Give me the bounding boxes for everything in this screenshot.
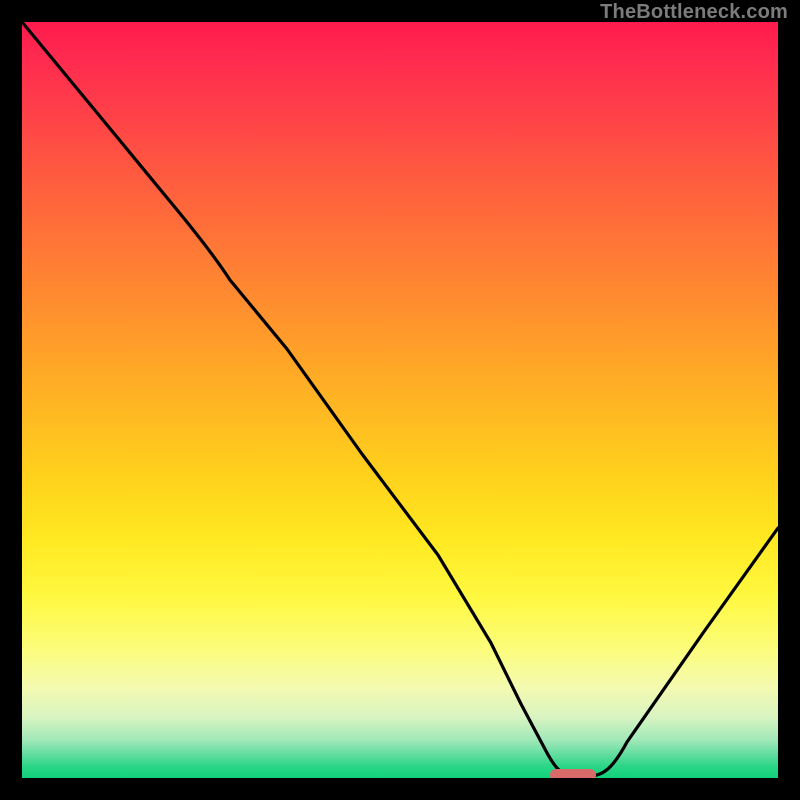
watermark-text: TheBottleneck.com	[600, 1, 788, 24]
optimal-marker	[550, 769, 596, 778]
chart-svg	[22, 22, 778, 778]
chart-container: TheBottleneck.com	[0, 0, 800, 800]
plot-area	[22, 22, 778, 778]
bottleneck-curve	[22, 22, 778, 776]
